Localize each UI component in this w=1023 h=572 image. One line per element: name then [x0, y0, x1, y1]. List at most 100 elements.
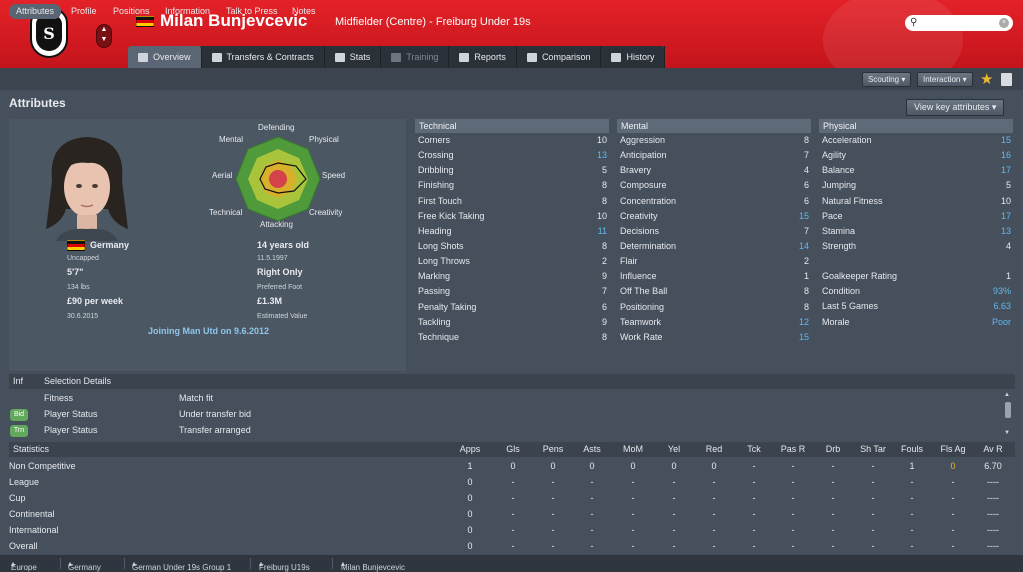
attribute-row[interactable]: Off The Ball 8	[617, 284, 811, 299]
subnav-attributes[interactable]: Attributes	[9, 4, 62, 19]
attribute-row[interactable]: Marking 9	[415, 269, 609, 284]
table-row[interactable]: League 0- - - - - - - - - - - - ----	[9, 474, 1015, 490]
attribute-row[interactable]: Pace 17	[819, 209, 1013, 224]
stat-cell: -	[752, 509, 756, 519]
attribute-value: 14	[798, 240, 809, 251]
selection-scrollbar[interactable]: ▲ ▼	[1004, 392, 1012, 438]
stat-column-header[interactable]: MoM	[618, 444, 648, 454]
joining-note[interactable]: Joining Man Utd on 9.6.2012	[148, 326, 269, 336]
tab-training[interactable]: Training	[381, 46, 450, 68]
attribute-row[interactable]: Aggression 8	[617, 133, 811, 148]
attribute-row[interactable]: Finishing 8	[415, 178, 609, 193]
tab-overview[interactable]: Overview	[128, 46, 202, 68]
attribute-row[interactable]: Agility 16	[819, 148, 1013, 163]
attribute-row[interactable]: Condition 93%	[819, 284, 1013, 299]
attribute-row[interactable]: Dribbling 5	[415, 163, 609, 178]
player-navigation-arrows[interactable]: ▲ ▼	[96, 24, 112, 48]
attribute-row[interactable]: Passing 7	[415, 284, 609, 299]
attribute-row[interactable]: Last 5 Games 6.63	[819, 299, 1013, 314]
stat-column-header[interactable]: Fls Ag	[938, 444, 968, 454]
subnav-profile[interactable]: Profile	[71, 4, 97, 19]
stat-column-header[interactable]: Gls	[498, 444, 528, 454]
tab-stats[interactable]: Stats	[325, 46, 382, 68]
breadcrumb-club[interactable]: Freiburg U19s ▴	[259, 559, 310, 572]
attribute-row[interactable]: Stamina 13	[819, 224, 1013, 239]
breadcrumb-player[interactable]: Milan Bunjevcevic ▴	[341, 559, 405, 572]
table-row[interactable]: Cup 0- - - - - - - - - - - - ----	[9, 490, 1015, 506]
stat-column-header[interactable]: Pens	[538, 444, 568, 454]
search-input[interactable]: ⚲ ×	[905, 15, 1013, 31]
attribute-row[interactable]: Penalty Taking 6	[415, 300, 609, 315]
stat-column-header[interactable]: Yel	[659, 444, 689, 454]
breadcrumb-germany[interactable]: Germany ▴	[68, 559, 101, 572]
attribute-row[interactable]: First Touch 8	[415, 194, 609, 209]
stat-column-header[interactable]: Sh Tar	[858, 444, 888, 454]
attribute-row[interactable]: Heading 11	[415, 224, 609, 239]
breadcrumb-competition[interactable]: German Under 19s Group 1 ▴	[132, 559, 231, 572]
stat-column-header[interactable]: Drb	[818, 444, 848, 454]
tab-transfers-contracts[interactable]: Transfers & Contracts	[202, 46, 325, 68]
stat-cell: -	[791, 509, 795, 519]
nationality[interactable]: Germany	[90, 240, 129, 250]
attribute-row[interactable]: Morale Poor	[819, 315, 1013, 330]
attribute-row[interactable]: Natural Fitness 10	[819, 194, 1013, 209]
attribute-row[interactable]: Long Throws 2	[415, 254, 609, 269]
training-icon	[391, 52, 402, 62]
stat-column-header[interactable]: Fouls	[897, 444, 927, 454]
stat-cell: -	[672, 477, 676, 487]
attribute-row[interactable]: Creativity 15	[617, 209, 811, 224]
attribute-row[interactable]: Work Rate 15	[617, 330, 811, 345]
attribute-row[interactable]: Decisions 7	[617, 224, 811, 239]
scroll-thumb[interactable]	[1005, 402, 1011, 418]
attribute-row[interactable]: Tackling 9	[415, 315, 609, 330]
tab-reports[interactable]: Reports	[449, 46, 517, 68]
subnav-talk-to-press[interactable]: Talk to Press	[226, 4, 278, 19]
attribute-row[interactable]: Anticipation 7	[617, 148, 811, 163]
attribute-row[interactable]: Corners 10	[415, 133, 609, 148]
attribute-row[interactable]: Strength 4	[819, 239, 1013, 254]
spider-core	[269, 170, 287, 188]
scroll-up-icon[interactable]: ▲	[1004, 392, 1010, 398]
stat-column-header[interactable]: Av R	[978, 444, 1008, 454]
subnav-notes[interactable]: Notes	[292, 4, 316, 19]
attribute-row[interactable]: Concentration 6	[617, 194, 811, 209]
attribute-row[interactable]: Crossing 13	[415, 148, 609, 163]
interaction-dropdown[interactable]: Interaction ▾	[917, 72, 973, 87]
table-row[interactable]: Non Competitive 1 0 0 0 0 0 0 - - - - 1 0 6.70	[9, 458, 1015, 474]
nationality-flag-icon	[67, 240, 85, 251]
attribute-row[interactable]: Determination 14	[617, 239, 811, 254]
stat-column-header[interactable]: Red	[699, 444, 729, 454]
stat-column-header[interactable]: Apps	[455, 444, 485, 454]
attribute-row[interactable]: Positioning 8	[617, 300, 811, 315]
tab-comparison[interactable]: Comparison	[517, 46, 602, 68]
attribute-row[interactable]: Flair 2	[617, 254, 811, 269]
view-key-attributes-button[interactable]: View key attributes ▾	[906, 99, 1005, 116]
scouting-dropdown[interactable]: Scouting ▾	[862, 72, 912, 87]
attribute-row[interactable]: Balance 17	[819, 163, 1013, 178]
attribute-row[interactable]: Acceleration 15	[819, 133, 1013, 148]
attribute-row[interactable]: Composure 6	[617, 178, 811, 193]
stat-column-header[interactable]: Asts	[577, 444, 607, 454]
attribute-row[interactable]: Free Kick Taking 10	[415, 209, 609, 224]
attribute-row[interactable]: Goalkeeper Rating 1	[819, 269, 1013, 284]
attribute-row[interactable]: Influence 1	[617, 269, 811, 284]
clear-search-icon[interactable]: ×	[999, 18, 1009, 28]
table-row[interactable]: Continental 0- - - - - - - - - - - - ----	[9, 506, 1015, 522]
table-row[interactable]: International 0- - - - - - - - - - - - ----	[9, 522, 1015, 538]
attribute-row[interactable]: Long Shots 8	[415, 239, 609, 254]
attribute-row[interactable]: Teamwork 12	[617, 315, 811, 330]
breadcrumb-europe[interactable]: Europe ▴	[11, 559, 37, 572]
tab-history[interactable]: History	[601, 46, 666, 68]
star-shortlist-icon[interactable]: ★	[980, 70, 993, 88]
stat-column-header[interactable]: Pas R	[778, 444, 808, 454]
notes-icon[interactable]	[1001, 73, 1012, 86]
attribute-row[interactable]: Technique 8	[415, 330, 609, 345]
attribute-row[interactable]: Jumping 5	[819, 178, 1013, 193]
stat-column-header[interactable]: Tck	[739, 444, 769, 454]
attribute-row[interactable]: Bravery 4	[617, 163, 811, 178]
table-row[interactable]: Overall 0- - - - - - - - - - - - ----	[9, 538, 1015, 554]
player-position-club[interactable]: Midfielder (Centre) - Freiburg Under 19s	[335, 16, 531, 28]
subnav-positions[interactable]: Positions	[113, 4, 150, 19]
subnav-information[interactable]: Information	[165, 4, 210, 19]
scroll-down-icon[interactable]: ▼	[1004, 430, 1010, 436]
